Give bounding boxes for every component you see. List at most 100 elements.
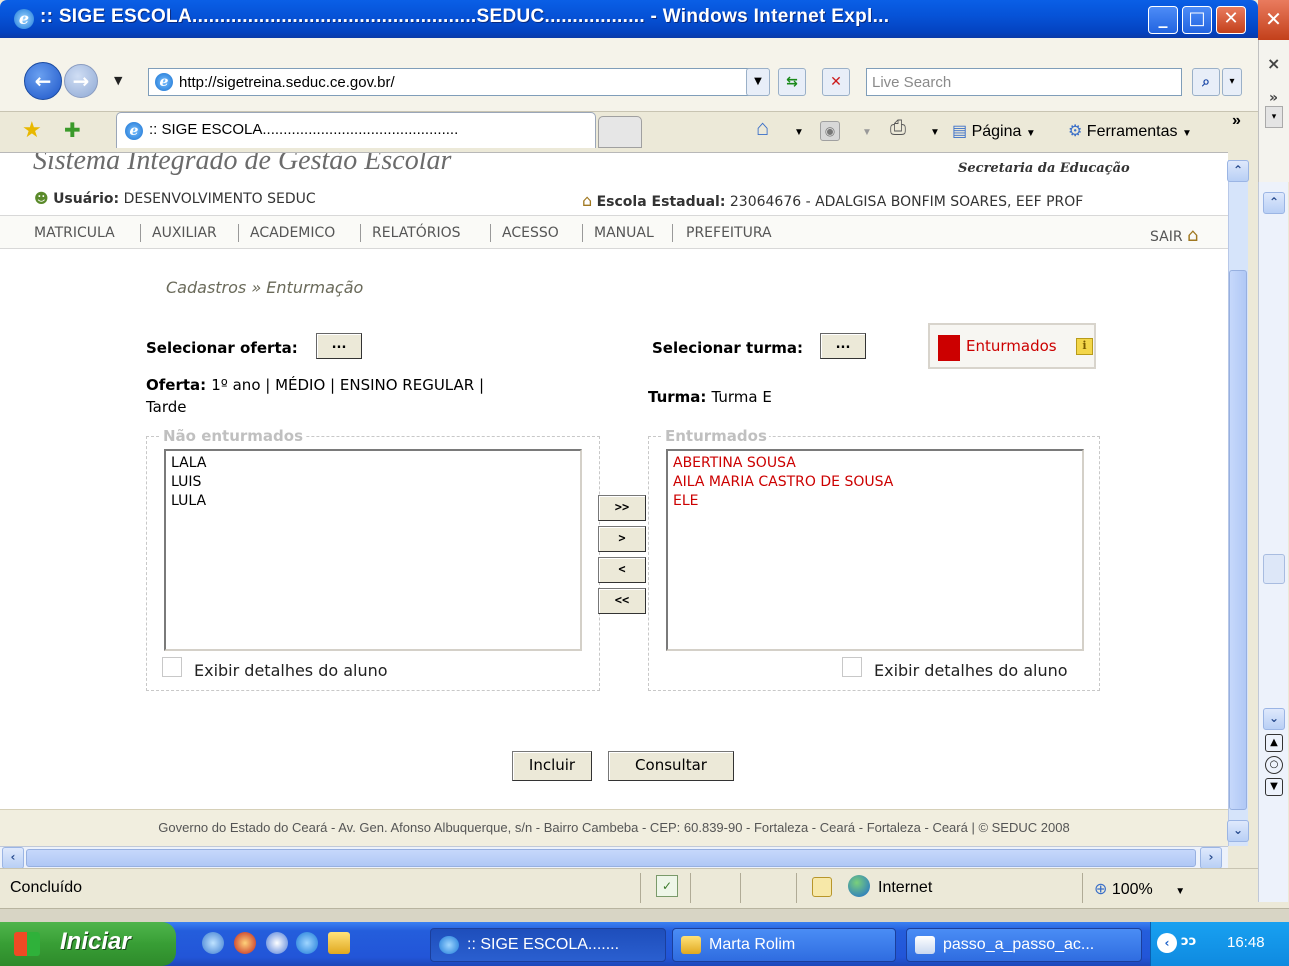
prev-page-icon[interactable]: ▲ bbox=[1265, 734, 1283, 752]
forward-button-icon[interactable]: → bbox=[64, 64, 98, 98]
list-item[interactable]: LUIS bbox=[171, 473, 580, 492]
enrolled-list[interactable]: ABERTINA SOUSA AILA MARIA CASTRO DE SOUS… bbox=[666, 449, 1084, 651]
back-button-icon[interactable]: ← bbox=[24, 62, 62, 100]
include-button[interactable]: Incluir bbox=[512, 751, 592, 781]
outer-scroll-thumb[interactable] bbox=[1263, 554, 1285, 584]
taskbar-item-folder[interactable]: Marta Rolim bbox=[672, 928, 896, 962]
add-favorites-icon[interactable]: ✚ bbox=[64, 118, 81, 142]
enrolled-legend: Enturmados bbox=[665, 427, 767, 445]
secretaria-label: Secretaria da Educação bbox=[958, 161, 1130, 176]
scroll-left-icon[interactable]: ‹ bbox=[2, 847, 24, 869]
status-divider bbox=[1082, 873, 1083, 903]
print-icon[interactable]: ⎙ bbox=[890, 117, 906, 140]
outer-scroll-up-icon[interactable]: ⌃ bbox=[1263, 192, 1285, 214]
left-details-checkbox[interactable] bbox=[162, 657, 182, 677]
select-offer-button[interactable]: ... bbox=[316, 333, 362, 359]
quicklaunch-player-icon[interactable] bbox=[234, 932, 256, 954]
move-all-right-button[interactable]: >> bbox=[598, 495, 646, 521]
tab-sige-escola[interactable]: e :: SIGE ESCOLA........................… bbox=[116, 112, 596, 148]
logout-link[interactable]: SAIR ⌂ bbox=[1150, 225, 1198, 246]
script-status-icon[interactable]: ✓ bbox=[656, 875, 678, 897]
next-page-icon[interactable]: ▼ bbox=[1265, 778, 1283, 796]
tray-app-icon[interactable]: ɔɔ bbox=[1181, 934, 1196, 949]
list-item[interactable]: ELE bbox=[673, 492, 1082, 511]
move-all-left-button[interactable]: << bbox=[598, 588, 646, 614]
address-dropdown-icon[interactable]: ▼ bbox=[746, 68, 770, 96]
maximize-button[interactable]: □ bbox=[1182, 6, 1212, 34]
stop-icon[interactable]: ✕ bbox=[822, 68, 850, 96]
outer-scroll-down-icon[interactable]: ⌄ bbox=[1263, 708, 1285, 730]
search-options-icon[interactable]: ▾ bbox=[1222, 68, 1242, 96]
list-item[interactable]: LULA bbox=[171, 492, 580, 511]
favorites-star-icon[interactable]: ★ bbox=[22, 118, 42, 143]
zoom-control[interactable]: ⊕ 100% ▼ bbox=[1094, 879, 1185, 899]
menu-manual[interactable]: MANUAL bbox=[594, 225, 654, 241]
menu-prefeitura[interactable]: PREFEITURA bbox=[686, 225, 772, 241]
quicklaunch-video-icon[interactable] bbox=[266, 932, 288, 954]
zoom-icon: ⊕ bbox=[1094, 881, 1108, 898]
outer-close-icon[interactable]: ✕ bbox=[1258, 0, 1289, 40]
menu-auxiliar[interactable]: AUXILIAR bbox=[152, 225, 217, 241]
list-item[interactable]: LALA bbox=[171, 454, 580, 473]
refresh-icon[interactable]: ⇆ bbox=[778, 68, 806, 96]
scroll-right-icon[interactable]: › bbox=[1200, 847, 1222, 869]
new-tab-button[interactable] bbox=[598, 116, 642, 148]
outer-scrollbar[interactable]: ⌃ ⌄ ▲ ○ ▼ bbox=[1258, 182, 1288, 902]
taskbar-item-sige[interactable]: :: SIGE ESCOLA....... bbox=[430, 928, 666, 962]
tray-expand-icon[interactable]: ‹ bbox=[1157, 933, 1177, 953]
outer-dropdown-icon[interactable]: ▾ bbox=[1265, 106, 1283, 128]
feeds-icon[interactable]: ◉ bbox=[820, 121, 840, 141]
search-input[interactable]: Live Search bbox=[866, 68, 1182, 96]
taskbar-item-document[interactable]: passo_a_passo_ac... bbox=[906, 928, 1142, 962]
move-left-button[interactable]: < bbox=[598, 557, 646, 583]
outer-chevron-icon[interactable]: » bbox=[1269, 90, 1278, 106]
ie-icon: e bbox=[14, 9, 34, 29]
quicklaunch-media-icon[interactable] bbox=[202, 932, 224, 954]
history-dropdown-icon[interactable]: ▼ bbox=[114, 74, 122, 87]
page-scrollbar-horizontal[interactable]: ‹ › bbox=[0, 846, 1228, 869]
home-dropdown-icon[interactable]: ▼ bbox=[794, 127, 804, 138]
page-scrollbar-vertical[interactable]: ⌃ ⌄ bbox=[1227, 160, 1249, 846]
select-browse-object-icon[interactable]: ○ bbox=[1265, 756, 1283, 774]
offer-label: Oferta: bbox=[146, 376, 207, 394]
right-details-checkbox[interactable] bbox=[842, 657, 862, 677]
quicklaunch-ie-icon[interactable] bbox=[296, 932, 318, 954]
print-dropdown-icon[interactable]: ▼ bbox=[930, 127, 940, 138]
menu-matricula[interactable]: MATRICULA bbox=[34, 225, 115, 241]
menu-acesso[interactable]: ACESSO bbox=[502, 225, 559, 241]
scroll-thumb[interactable] bbox=[1229, 270, 1247, 810]
status-divider bbox=[690, 873, 691, 903]
start-button[interactable]: Iniciar bbox=[0, 922, 176, 966]
search-icon[interactable]: ⌕ bbox=[1192, 68, 1220, 96]
outer-x-icon[interactable]: × bbox=[1267, 54, 1280, 73]
menu-relatorios[interactable]: RELATÓRIOS bbox=[372, 225, 461, 241]
class-value: Turma E bbox=[711, 388, 772, 406]
home-icon[interactable]: ⌂ bbox=[756, 115, 769, 141]
scroll-down-icon[interactable]: ⌄ bbox=[1227, 820, 1249, 842]
quicklaunch-folder-icon[interactable] bbox=[328, 932, 350, 954]
toolbar-chevron-icon[interactable]: » bbox=[1232, 112, 1241, 130]
consult-button[interactable]: Consultar bbox=[608, 751, 734, 781]
scroll-up-icon[interactable]: ⌃ bbox=[1227, 160, 1249, 182]
page-menu[interactable]: ▤ Página ▼ bbox=[952, 121, 1036, 141]
school-info: ⌂ Escola Estadual: 23064676 - ADALGISA B… bbox=[582, 191, 1083, 210]
info-icon[interactable]: i bbox=[1076, 338, 1093, 355]
close-button[interactable]: ✕ bbox=[1216, 6, 1246, 34]
user-icon: ☻ bbox=[34, 191, 49, 207]
minimize-button[interactable]: _ bbox=[1148, 6, 1178, 34]
list-item[interactable]: ABERTINA SOUSA bbox=[673, 454, 1082, 473]
hscroll-thumb[interactable] bbox=[26, 849, 1196, 867]
select-class-button[interactable]: ... bbox=[820, 333, 866, 359]
move-right-button[interactable]: > bbox=[598, 526, 646, 552]
non-enrolled-list[interactable]: LALA LUIS LULA bbox=[164, 449, 582, 651]
tools-menu[interactable]: ⚙ Ferramentas ▼ bbox=[1068, 121, 1192, 141]
feeds-dropdown-icon[interactable]: ▼ bbox=[862, 127, 872, 138]
list-item[interactable]: AILA MARIA CASTRO DE SOUSA bbox=[673, 473, 1082, 492]
menu-academico[interactable]: ACADEMICO bbox=[250, 225, 335, 241]
window-title-bar[interactable]: e :: SIGE ESCOLA........................… bbox=[0, 0, 1258, 38]
address-field[interactable]: e http://sigetreina.seduc.ce.gov.br/ bbox=[148, 68, 768, 96]
system-name: Sistema Integrado de Gestão Escolar bbox=[33, 152, 452, 176]
status-divider bbox=[740, 873, 741, 903]
protected-mode-icon[interactable] bbox=[812, 877, 832, 897]
school-home-icon: ⌂ bbox=[582, 191, 593, 210]
